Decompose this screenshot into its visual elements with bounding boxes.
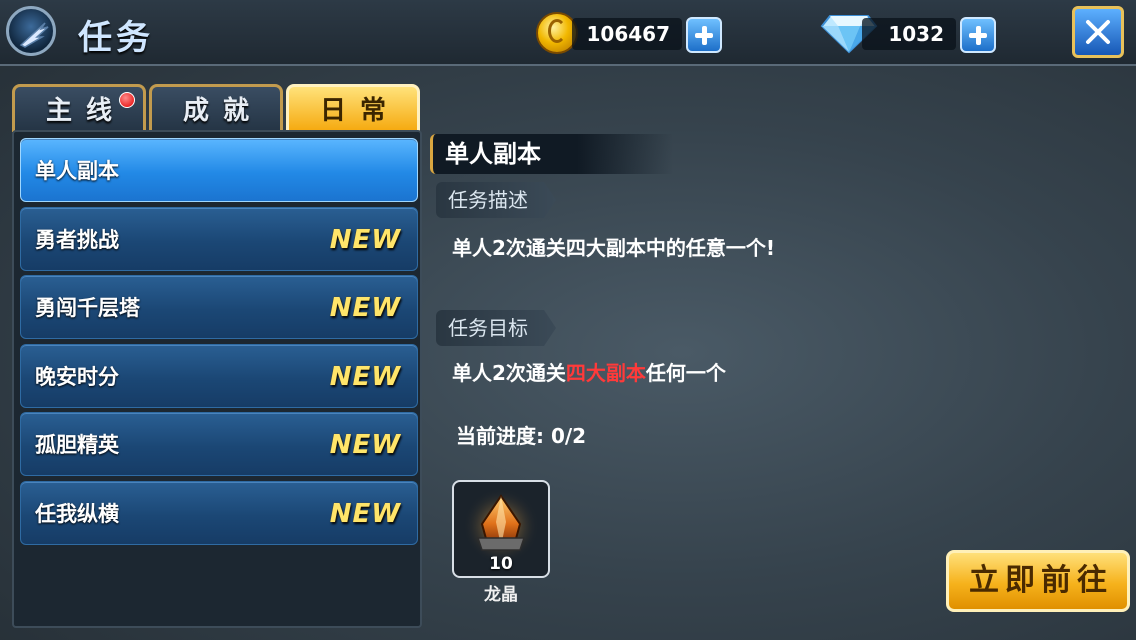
quest-emblem-icon [6,6,56,56]
task-item-label: 单人副本 [35,159,119,183]
add-gold-button[interactable] [686,17,722,53]
task-goal: 单人2次通关四大副本任何一个 [452,357,726,386]
diamond-amount: 1032 [862,18,956,50]
tab-main-quest[interactable]: 主线 [12,84,146,132]
task-item-roam-freely[interactable]: 任我纵横 NEW [20,481,418,545]
reward-item[interactable]: 10 [452,480,550,578]
detail-title: 单人副本 [445,140,541,168]
close-icon [1086,20,1110,44]
go-now-button[interactable]: 立即前往 [946,550,1130,612]
task-list-panel: 单人副本 勇者挑战 NEW 勇闯千层塔 NEW 晚安时分 NEW 孤胆精英 NE… [12,130,422,628]
task-item-label: 晚安时分 [35,365,119,389]
tab-label: 主线 [45,96,126,126]
task-item-hero-challenge[interactable]: 勇者挑战 NEW [20,207,418,271]
gold-amount: 106467 [572,18,682,50]
task-item-thousand-floor-tower[interactable]: 勇闯千层塔 NEW [20,275,418,339]
task-item-goodnight-time[interactable]: 晚安时分 NEW [20,344,418,408]
close-button[interactable] [1072,6,1124,58]
task-item-label: 孤胆精英 [35,433,119,457]
reward-count: 10 [489,554,513,574]
new-badge: NEW [329,293,401,323]
description-label: 任务描述 [436,182,556,218]
tab-achievements[interactable]: 成就 [149,84,283,132]
top-bar: 任务 106467 1032 [0,0,1136,66]
detail-title-bar: 单人副本 [430,134,673,174]
tab-label: 成就 [182,96,263,126]
notification-dot-icon [119,92,135,108]
tab-label: 日常 [319,96,400,126]
page-title: 任务 [78,18,154,58]
goal-text: 任何一个 [645,361,726,385]
goal-label: 任务目标 [436,310,556,346]
goal-highlight: 四大副本 [565,361,646,385]
add-diamond-button[interactable] [960,17,996,53]
new-badge: NEW [329,430,401,460]
task-item-lone-elite[interactable]: 孤胆精英 NEW [20,412,418,476]
task-progress: 当前进度: 0/2 [456,424,587,448]
new-badge: NEW [329,225,401,255]
reward-name: 龙晶 [484,585,518,605]
task-item-label: 勇者挑战 [35,228,119,252]
task-item-label: 任我纵横 [35,502,119,526]
task-item-label: 勇闯千层塔 [35,296,140,320]
goal-text: 单人2次通关 [452,361,566,385]
tab-daily[interactable]: 日常 [286,84,420,132]
task-description: 单人2次通关四大副本中的任意一个! [452,236,776,260]
new-badge: NEW [329,362,401,392]
task-item-solo-dungeon[interactable]: 单人副本 [20,138,418,202]
new-badge: NEW [329,499,401,529]
